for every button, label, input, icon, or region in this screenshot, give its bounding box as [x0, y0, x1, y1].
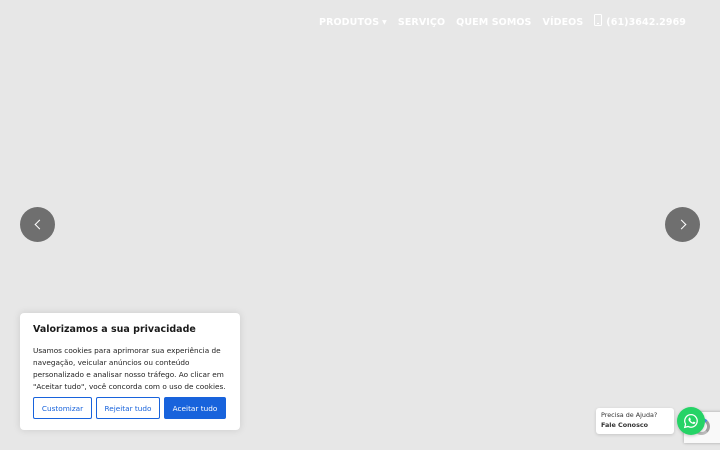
nav-item-servico[interactable]: SERVIÇO	[398, 17, 445, 28]
help-prefix: Precisa de Ajuda?	[601, 411, 658, 419]
phone-number: (61)3642.2969	[606, 16, 686, 28]
caret-down-icon: ▼	[382, 18, 387, 26]
chevron-left-icon	[34, 219, 44, 230]
whatsapp-icon	[683, 414, 698, 429]
cookie-consent-banner: Valorizamos a sua privacidade Usamos coo…	[20, 313, 240, 430]
mobile-phone-icon	[594, 14, 603, 26]
nav-item-label: PRODUTOS	[319, 16, 380, 28]
help-cta: Fale Conosco	[601, 420, 649, 429]
cookie-buttons: Customizar Rejeitar tudo Aceitar tudo	[33, 397, 230, 419]
nav-item-videos[interactable]: VÍDEOS	[543, 17, 584, 28]
nav-item-produtos[interactable]: PRODUTOS ▼	[319, 17, 387, 28]
nav-item-quem-somos[interactable]: QUEM SOMOS	[456, 17, 531, 28]
carousel-next-button[interactable]	[665, 207, 700, 242]
customize-button[interactable]: Customizar	[33, 397, 92, 419]
help-bubble[interactable]: Precisa de Ajuda? Fale Conosco	[596, 408, 674, 434]
chevron-right-icon	[676, 219, 686, 230]
carousel-prev-button[interactable]	[20, 207, 55, 242]
main-nav: PRODUTOS ▼ SERVIÇO QUEM SOMOS VÍDEOS (61)…	[319, 14, 697, 29]
accept-all-button[interactable]: Aceitar tudo	[164, 397, 226, 419]
whatsapp-button[interactable]	[677, 407, 705, 435]
cookie-title: Valorizamos a sua privacidade	[33, 324, 196, 335]
phone-link[interactable]: (61)3642.2969	[594, 14, 686, 28]
cookie-description: Usamos cookies para aprimorar sua experi…	[33, 346, 226, 391]
reject-all-button[interactable]: Rejeitar tudo	[96, 397, 160, 419]
